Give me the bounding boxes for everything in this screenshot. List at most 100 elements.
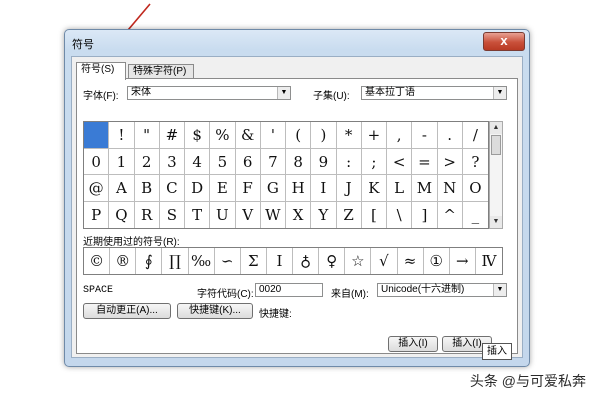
tab-symbols[interactable]: 符号(S) (76, 62, 126, 80)
character-name: SPACE (83, 285, 114, 296)
symbol-cell[interactable]: [ (362, 201, 387, 228)
close-button[interactable]: x (483, 32, 525, 51)
symbol-cell[interactable]: 5 (210, 148, 236, 175)
symbol-cell[interactable]: 4 (185, 148, 211, 175)
symbol-cell[interactable]: I (311, 175, 337, 202)
symbol-cell[interactable]: ) (311, 122, 337, 149)
symbol-cell[interactable]: $ (185, 122, 211, 149)
symbol-cell[interactable]: - (412, 122, 438, 149)
symbol-cell[interactable]: ? (462, 149, 488, 175)
symbol-cell[interactable]: G (260, 175, 286, 202)
recent-symbol-cell[interactable]: → (450, 248, 476, 274)
font-select[interactable]: 宋体 ▼ (127, 86, 291, 100)
symbol-cell[interactable]: , (387, 122, 413, 149)
recent-symbol-cell[interactable]: © (84, 248, 111, 274)
symbol-cell[interactable]: B (134, 175, 160, 202)
symbol-cell[interactable]: K (361, 175, 387, 202)
symbol-cell[interactable]: 8 (286, 148, 312, 175)
symbol-cell[interactable]: H (286, 175, 312, 202)
symbol-cell[interactable]: C (159, 175, 185, 202)
char-code-input[interactable]: 0020 (255, 283, 323, 297)
tab-special-characters[interactable]: 特殊字符(P) (128, 64, 194, 79)
symbol-cell[interactable]: L (387, 175, 413, 202)
symbol-cell[interactable]: F (235, 175, 261, 202)
recent-symbol-cell[interactable]: Ⅰ (267, 248, 293, 274)
symbol-cell[interactable]: 2 (134, 148, 160, 175)
symbol-cell[interactable]: O (462, 175, 488, 202)
symbol-cell[interactable]: ' (260, 122, 286, 149)
symbol-cell[interactable]: ] (412, 201, 438, 228)
symbol-cell[interactable]: V (236, 201, 261, 228)
symbol-cell[interactable]: R (135, 201, 160, 228)
dialog-client: 符号(S) 特殊字符(P) 字体(F): 宋体 ▼ 子集(U): 基本拉丁语 ▼… (71, 56, 523, 358)
symbol-cell[interactable]: _ (463, 202, 488, 229)
symbol-cell[interactable]: % (210, 122, 236, 149)
symbol-cell[interactable]: 7 (260, 148, 286, 175)
symbol-cell[interactable]: ; (361, 148, 387, 175)
symbol-cell[interactable]: # (159, 122, 185, 149)
symbol-cell[interactable]: / (462, 122, 488, 149)
symbol-cell[interactable]: 9 (311, 148, 337, 175)
font-label: 字体(F): (83, 91, 119, 102)
symbol-cell[interactable]: Y (311, 201, 337, 228)
symbol-cell[interactable]: ^ (438, 201, 463, 228)
recent-symbol-cell[interactable]: ‰ (189, 248, 215, 274)
symbol-cell[interactable]: 6 (235, 148, 261, 175)
recent-symbol-cell[interactable]: ∏ (162, 248, 189, 274)
shortcut-key-button[interactable]: 快捷键(K)... (177, 303, 253, 319)
symbol-cell[interactable]: D (185, 175, 211, 202)
symbol-cell[interactable]: . (437, 122, 463, 149)
symbol-cell[interactable]: < (387, 148, 413, 175)
symbol-cell[interactable]: ( (286, 122, 312, 149)
symbol-cell[interactable]: 0 (84, 148, 110, 175)
symbol-cell[interactable]: P (84, 201, 110, 228)
symbol-cell[interactable]: S (160, 201, 185, 228)
recent-symbol-cell[interactable]: √ (371, 248, 398, 274)
symbol-cell[interactable]: * (336, 122, 362, 149)
symbol-cell[interactable]: Z (337, 201, 362, 228)
recent-symbol-cell[interactable]: ≈ (398, 248, 424, 274)
recent-symbol-cell[interactable]: ① (424, 248, 450, 274)
font-value: 宋体 (131, 87, 151, 98)
symbol-cell[interactable]: \ (387, 201, 413, 228)
symbol-cell[interactable]: Q (109, 201, 135, 228)
recent-symbol-cell[interactable]: ∮ (136, 248, 163, 274)
symbol-cell[interactable]: @ (84, 175, 110, 202)
symbol-cell[interactable]: " (134, 122, 160, 149)
recent-symbol-cell[interactable]: ♀ (319, 248, 346, 274)
symbol-cell[interactable]: > (437, 148, 463, 175)
scroll-thumb[interactable] (491, 135, 501, 155)
symbol-cell[interactable]: U (210, 201, 236, 228)
symbol-grid-scrollbar[interactable]: ▲ ▼ (489, 121, 503, 229)
autocorrect-button[interactable]: 自动更正(A)... (83, 303, 171, 319)
recent-symbol-cell[interactable]: ∽ (215, 248, 241, 274)
recent-symbol-cell[interactable]: Ⅳ (476, 248, 502, 274)
symbol-cell[interactable]: 3 (159, 148, 185, 175)
symbol-cell[interactable]: + (361, 122, 387, 149)
symbol-cell[interactable]: X (286, 201, 312, 228)
symbol-cell[interactable]: T (185, 201, 211, 228)
symbol-cell[interactable]: ! (109, 122, 135, 149)
recent-symbol-cell[interactable]: ☆ (345, 248, 372, 274)
scroll-up-icon[interactable]: ▲ (490, 122, 502, 134)
subset-select[interactable]: 基本拉丁语 ▼ (361, 86, 507, 100)
symbol-cell[interactable]: M (412, 175, 438, 202)
recent-symbol-cell[interactable]: ♁ (293, 248, 320, 274)
symbol-cell[interactable]: E (210, 175, 236, 202)
scroll-down-icon[interactable]: ▼ (490, 216, 502, 228)
recent-symbol-cell[interactable]: Σ (241, 248, 267, 274)
close-icon: x (500, 33, 508, 48)
symbol-cell[interactable]: = (412, 148, 438, 175)
symbol-cell[interactable]: & (235, 122, 261, 149)
symbol-cell[interactable]: N (437, 175, 463, 202)
symbol-cell[interactable]: W (261, 201, 286, 228)
symbol-cell[interactable]: 1 (109, 148, 135, 175)
symbol-cell[interactable] (84, 122, 110, 149)
insert-button[interactable]: 插入(I) (388, 336, 438, 352)
symbol-cell[interactable]: J (336, 175, 362, 202)
char-code-value: 0020 (259, 284, 282, 295)
symbol-cell[interactable]: : (336, 148, 362, 175)
recent-symbol-cell[interactable]: ® (110, 248, 137, 274)
from-select[interactable]: Unicode(十六进制) ▼ (377, 283, 507, 297)
symbol-cell[interactable]: A (109, 175, 135, 202)
